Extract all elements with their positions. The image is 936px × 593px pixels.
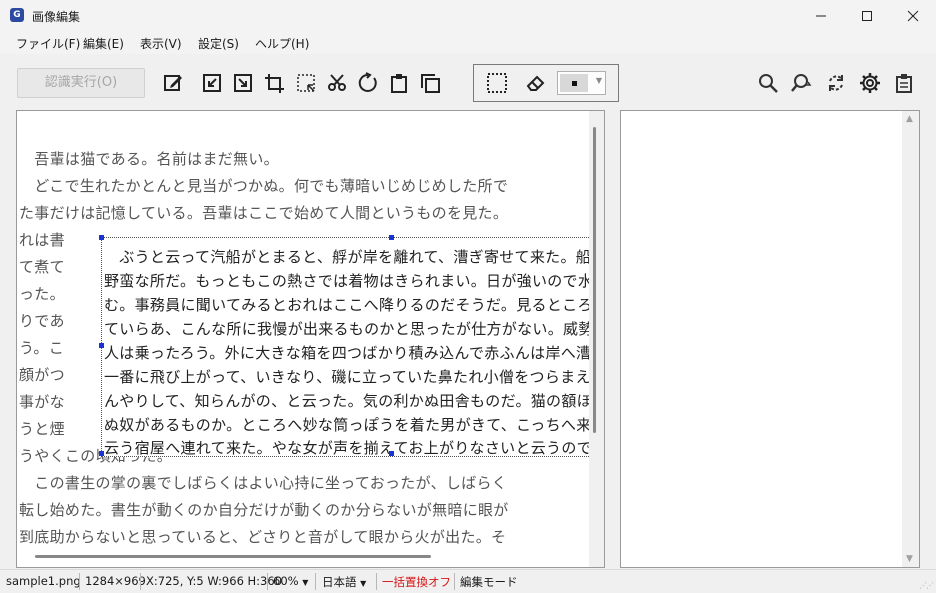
menu-bar: ファイル(F) 編集(E) 表示(V) 設定(S) ヘルプ(H) [0, 32, 936, 54]
run-recognition-button[interactable]: 認識実行(O) [17, 68, 145, 98]
app-icon: G [10, 8, 24, 22]
edit-mode-status: 編集モード [460, 575, 518, 589]
zoom-select[interactable]: 60% ▼ [273, 574, 308, 588]
maximize-icon [862, 11, 872, 21]
overlay-line: 野蛮な所だ。もっともこの熱さでは着物はきられまい。日が強いので水 [104, 272, 589, 290]
overlay-line: む。事務員に聞いてみるとおれはここへ降りるのだそうだ。見るところで [104, 296, 589, 314]
doc-line: う。こ [19, 339, 65, 357]
doc-line: この書生の掌の裏でしばらくはよい心持に坐っておったが、しばらく [19, 474, 508, 492]
minimize-icon [816, 15, 826, 17]
vertical-scrollbar[interactable] [593, 127, 596, 433]
doc-line: 顔がつ [19, 366, 65, 384]
maximize-button[interactable] [844, 0, 890, 32]
doc-line: 到底助からないと思っていると、どさりと音がして眼から火が出た。そ [19, 528, 507, 546]
color-select[interactable]: ▼ [557, 71, 606, 95]
status-filename: sample1.png [6, 574, 81, 588]
vertical-scrollbar[interactable]: ▲ ▼ [902, 111, 919, 567]
export-right-icon[interactable] [230, 70, 256, 96]
overlay-line: ぬ奴があるものか。ところへ妙な筒っぽうを着た男がきて、こっちへ来い [104, 416, 589, 434]
doc-line: 転し始めた。書生が動くのか自分だけが動くのか分らないが無暗に眼が [19, 501, 509, 519]
search-replace-icon[interactable] [788, 70, 814, 96]
menu-file[interactable]: ファイル(F) [16, 35, 80, 52]
doc-line: った。 [19, 285, 65, 303]
window-title: 画像編集 [32, 10, 81, 24]
dotted-rect-select-icon[interactable] [484, 70, 510, 96]
overlay-line: ぶうと云って汽船がとまると、艀が岸を離れて、漕ぎ寄せて来た。船頭 [104, 248, 589, 266]
menu-help[interactable]: ヘルプ(H) [255, 35, 309, 52]
toolbar: 認識実行(O) ▼ [0, 58, 936, 108]
doc-line: て煮て [19, 258, 65, 276]
resize-handle-bottom[interactable] [389, 451, 394, 456]
vertical-scroll-track [589, 111, 604, 567]
language-select[interactable]: 日本語 ▼ [322, 574, 366, 590]
cut-icon[interactable] [324, 70, 350, 96]
edit-pen-icon[interactable] [160, 70, 186, 96]
menu-view[interactable]: 表示(V) [140, 35, 182, 52]
status-coordinates: X:725, Y:5 W:966 H:360 [146, 574, 283, 588]
doc-line: れは書 [19, 231, 65, 249]
doc-line: どこで生れたかとんと見当がつかぬ。何でも薄暗いじめじめした所で [19, 177, 509, 195]
import-left-icon[interactable] [199, 70, 225, 96]
refresh-icon[interactable] [823, 70, 849, 96]
overlay-line: 一番に飛び上がって、いきなり、磯に立っていた鼻たれ小僧をつらまえ [104, 368, 589, 386]
status-image-size: 1284×969 [85, 574, 146, 588]
batch-replace-toggle[interactable]: 一括置換オフ [382, 574, 451, 590]
doc-line: りであ [19, 312, 65, 330]
overlay-line: 人は乗ったろう。外に大きな箱を四つばかり積み込んで赤ふんは岸へ漕 [104, 344, 589, 362]
chevron-down-icon: ▼ [595, 76, 602, 85]
settings-gear-icon[interactable] [857, 70, 883, 96]
horizontal-scrollbar[interactable] [35, 555, 431, 558]
chevron-down-icon: ▼ [360, 579, 367, 588]
doc-line: 事がな [19, 393, 65, 411]
status-bar: sample1.png 1284×969 X:725, Y:5 W:966 H:… [0, 569, 936, 593]
resize-grip-icon[interactable]: ⋰⋰ [919, 581, 934, 590]
overlay-line: んやりして、知らんがの、と云った。気の利かぬ田舎ものだ。猫の額ほ [104, 392, 589, 410]
resize-handle-top[interactable] [389, 235, 394, 240]
title-bar: G 画像編集 [0, 0, 936, 32]
clipboard-paste-icon[interactable] [891, 70, 917, 96]
close-icon [907, 10, 919, 22]
eraser-icon[interactable] [523, 70, 549, 96]
language-value: 日本語 [322, 575, 357, 589]
doc-line: た事だけは記憶している。吾輩はここで始めて人間というものを見た。 [19, 204, 509, 222]
image-preview-panel[interactable]: 吾輩は猫である。名前はまだ無い。 どこで生れたかとんと見当がつかぬ。何でも薄暗い… [16, 110, 605, 568]
zoom-value: 60% [273, 574, 299, 588]
close-button[interactable] [890, 0, 936, 32]
document-image: 吾輩は猫である。名前はまだ無い。 どこで生れたかとんと見当がつかぬ。何でも薄暗い… [19, 113, 589, 555]
resize-handle-top-left[interactable] [99, 235, 104, 240]
doc-line: うと煙 [19, 420, 65, 438]
menu-settings[interactable]: 設定(S) [198, 35, 239, 52]
doc-line: 吾輩は猫である。名前はまだ無い。 [19, 150, 279, 168]
rotate-icon[interactable] [355, 70, 381, 96]
zoom-icon[interactable] [755, 70, 781, 96]
overlay-line: 云う宿屋へ連れて来た。やな女が声を揃えてお上がりなさいと云うので [104, 439, 589, 457]
result-text-panel[interactable]: ▲ ▼ [620, 110, 920, 568]
copy-icon[interactable] [417, 70, 443, 96]
resize-handle-bottom-left[interactable] [99, 451, 104, 456]
crop-frame-icon[interactable] [261, 70, 287, 96]
menu-edit[interactable]: 編集(E) [83, 35, 124, 52]
pasted-text-overlay[interactable]: ぶうと云って汽船がとまると、艀が岸を離れて、漕ぎ寄せて来た。船頭 野蛮な所だ。も… [101, 237, 589, 457]
scroll-down-icon[interactable]: ▼ [906, 554, 913, 564]
resize-handle-left[interactable] [99, 343, 104, 348]
scroll-up-icon[interactable]: ▲ [906, 114, 913, 124]
clipboard-icon[interactable] [386, 70, 412, 96]
chevron-down-icon: ▼ [302, 578, 309, 587]
overlay-line: ていらあ、こんな所に我慢が出来るものかと思ったが仕方がない。威勢 [104, 320, 589, 338]
minimize-button[interactable] [798, 0, 844, 32]
color-swatch [560, 74, 588, 92]
select-area-icon[interactable] [293, 70, 319, 96]
